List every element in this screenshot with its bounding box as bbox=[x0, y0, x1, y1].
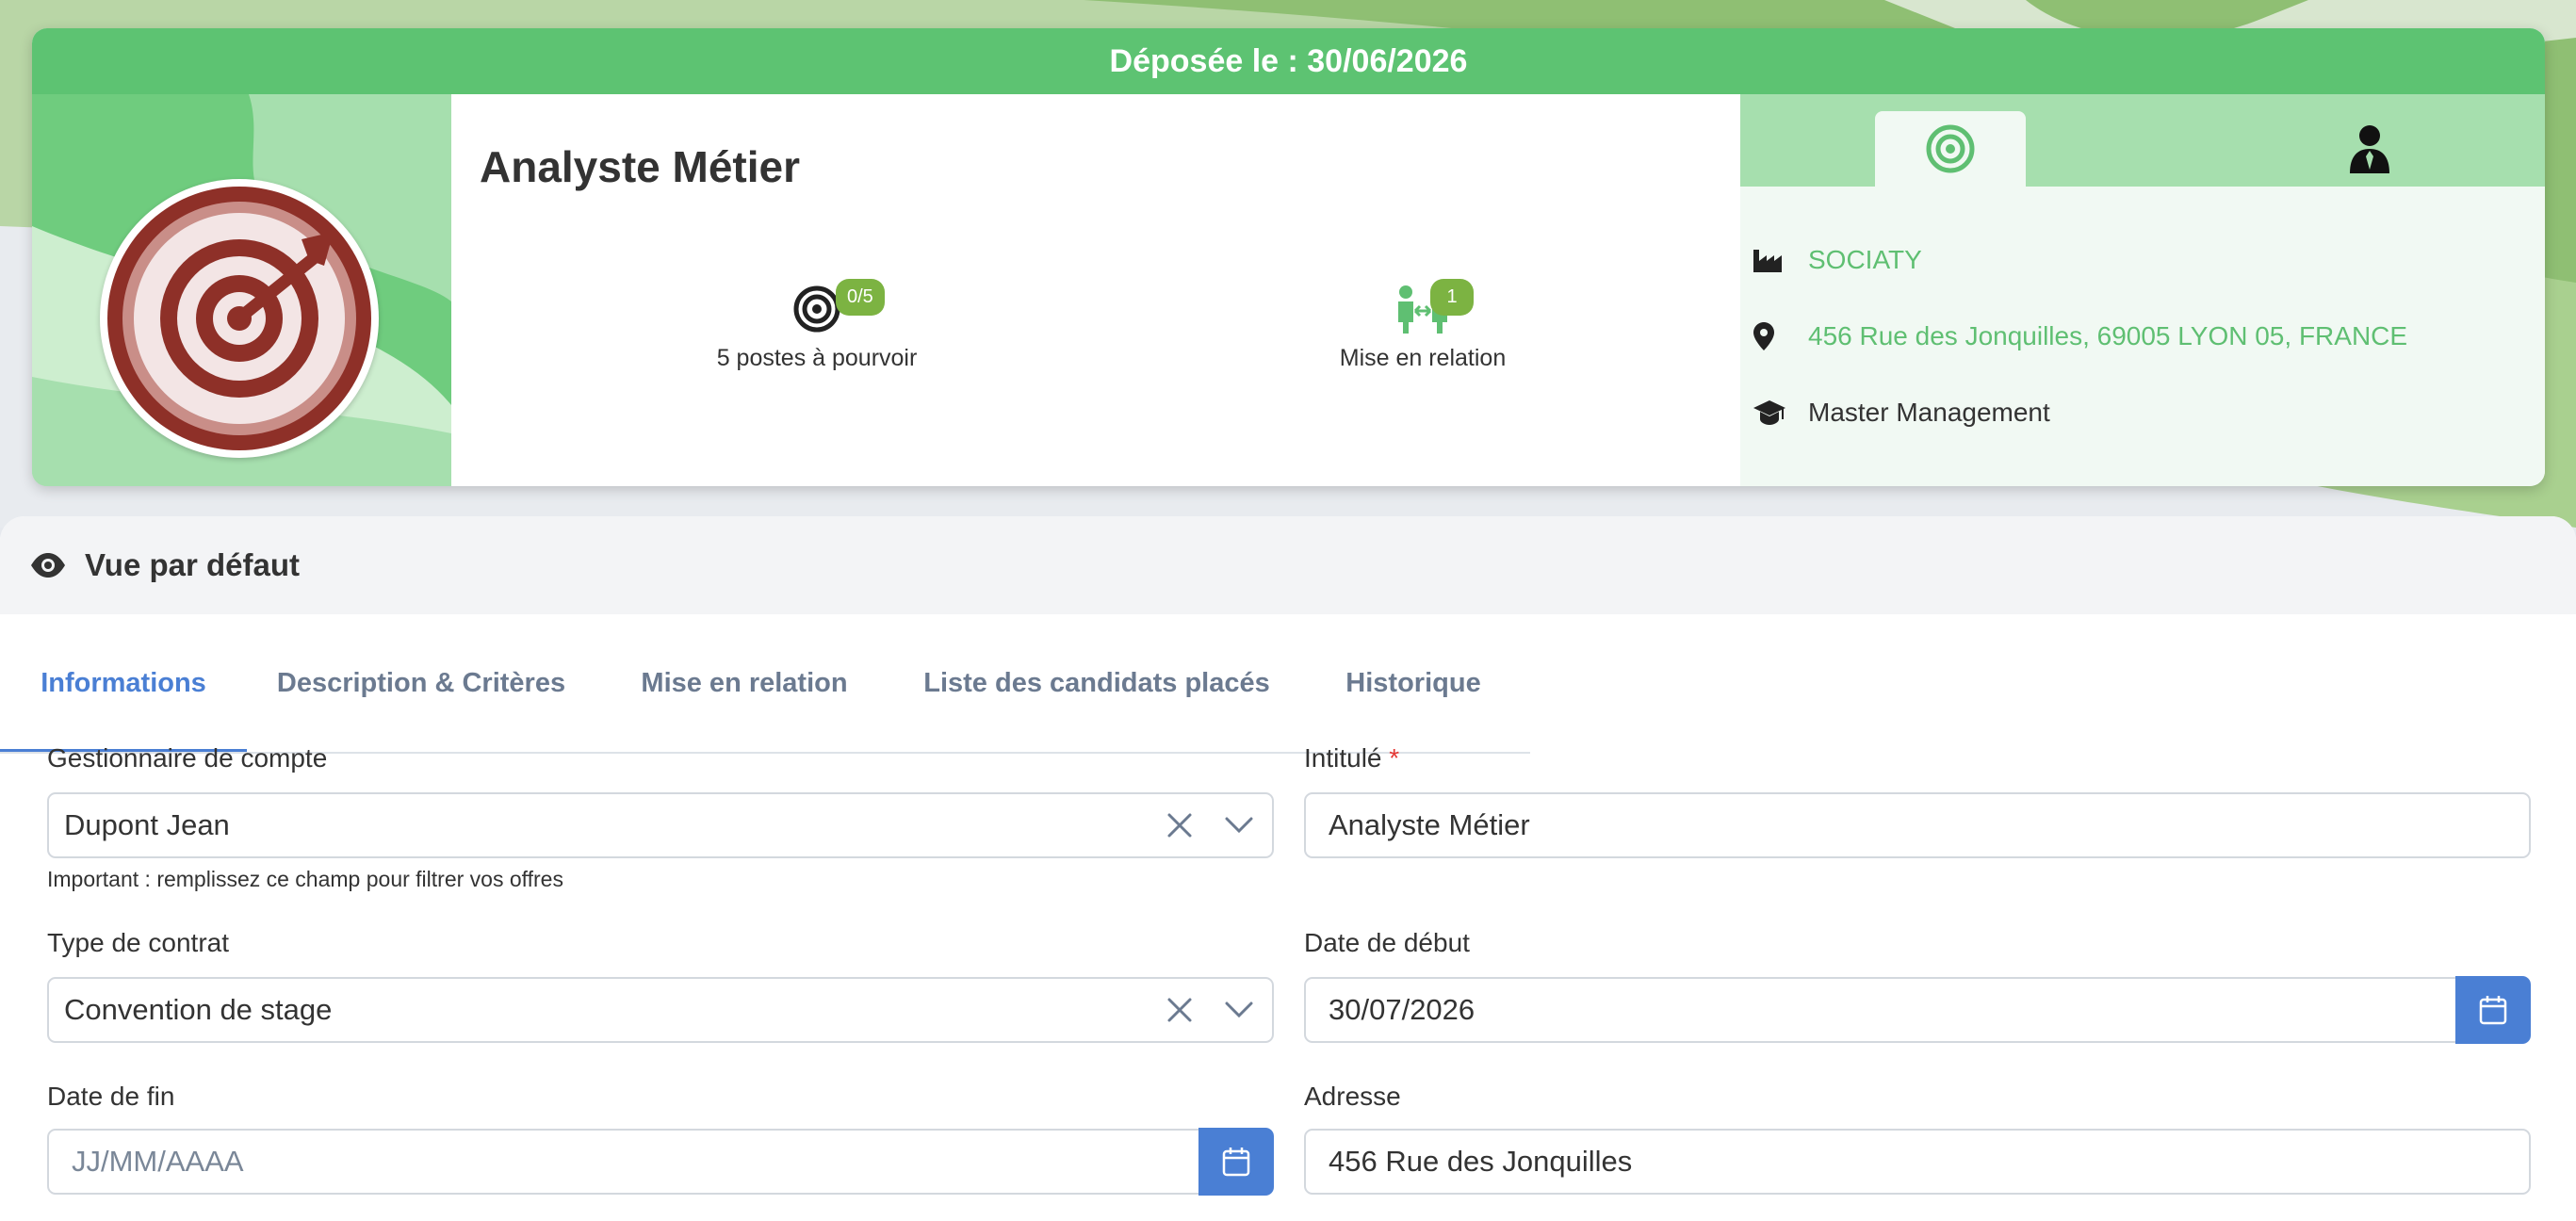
target-arrow-icon bbox=[107, 187, 371, 450]
account-manager-select[interactable]: Dupont Jean bbox=[47, 792, 1274, 858]
start-date-calendar-button[interactable] bbox=[2455, 976, 2531, 1044]
chevron-down-icon[interactable] bbox=[1225, 1001, 1253, 1018]
company-address[interactable]: 456 Rue des Jonquilles, 69005 LYON 05, F… bbox=[1808, 321, 2407, 351]
address-line: 456 Rue des Jonquilles, 69005 LYON 05, F… bbox=[1753, 321, 2407, 351]
posted-date-banner: Déposée le : 30/06/2026 bbox=[32, 28, 2545, 94]
account-manager-label: Gestionnaire de compte bbox=[47, 743, 328, 773]
address-label: Adresse bbox=[1304, 1082, 1401, 1111]
clear-icon[interactable] bbox=[1166, 997, 1193, 1023]
start-date-label: Date de début bbox=[1304, 928, 1470, 957]
offer-details-panel: SOCIATY 456 Rue des Jonquilles, 69005 LY… bbox=[1740, 94, 2545, 486]
positions-badge: 0/5 bbox=[836, 279, 885, 316]
industry-icon bbox=[1753, 250, 1782, 272]
title-input[interactable] bbox=[1304, 792, 2531, 858]
calendar-icon bbox=[1222, 1148, 1250, 1177]
matching-stat[interactable]: 1 Mise en relation bbox=[1263, 279, 1583, 372]
view-title: Vue par défaut bbox=[85, 547, 300, 582]
account-manager-value: Dupont Jean bbox=[64, 808, 230, 841]
education-level: Master Management bbox=[1808, 398, 2050, 427]
eye-icon bbox=[31, 553, 65, 578]
end-date-input[interactable] bbox=[47, 1129, 1200, 1195]
map-pin-icon bbox=[1753, 322, 1774, 350]
tab-informations[interactable]: Informations bbox=[0, 614, 247, 752]
chevron-down-icon[interactable] bbox=[1225, 817, 1253, 834]
job-title: Analyste Métier bbox=[480, 142, 801, 191]
target-icon bbox=[1926, 124, 1975, 173]
end-date-calendar-button[interactable] bbox=[1198, 1128, 1274, 1196]
tab-historique[interactable]: Historique bbox=[1300, 614, 1526, 752]
graduation-cap-icon bbox=[1753, 400, 1785, 425]
tab-mise-en-relation[interactable]: Mise en relation bbox=[595, 614, 893, 752]
address-input[interactable] bbox=[1304, 1129, 2531, 1195]
target-icon bbox=[793, 285, 840, 333]
view-selector[interactable]: Vue par défaut bbox=[0, 516, 2576, 614]
required-marker: * bbox=[1389, 743, 1400, 773]
tab-contact[interactable] bbox=[2294, 111, 2445, 187]
tab-offer[interactable] bbox=[1875, 111, 2026, 187]
offer-logo bbox=[100, 179, 379, 458]
tab-candidats-places[interactable]: Liste des candidats placés bbox=[893, 614, 1300, 752]
education-line: Master Management bbox=[1753, 398, 2050, 428]
company-line: SOCIATY bbox=[1753, 245, 1922, 275]
account-manager-help: Important : remplissez ce champ pour fil… bbox=[47, 867, 563, 891]
contract-type-label: Type de contrat bbox=[47, 928, 230, 957]
contract-type-select[interactable]: Convention de stage bbox=[47, 977, 1274, 1043]
matching-badge: 1 bbox=[1430, 279, 1474, 316]
contract-type-value: Convention de stage bbox=[64, 993, 333, 1026]
details-tab-strip bbox=[1740, 94, 2545, 187]
person-tie-icon bbox=[2350, 125, 2389, 173]
company-name[interactable]: SOCIATY bbox=[1808, 245, 1922, 275]
positions-label: 5 postes à pourvoir bbox=[716, 345, 918, 371]
start-date-input[interactable] bbox=[1304, 977, 2457, 1043]
calendar-icon bbox=[2479, 996, 2507, 1025]
offer-summary: Analyste Métier 0/5 5 postes à pourvoir bbox=[451, 94, 1740, 486]
matching-label: Mise en relation bbox=[1339, 345, 1507, 371]
offer-tabs: Informations Description & Critères Mise… bbox=[0, 614, 1530, 754]
positions-stat[interactable]: 0/5 5 postes à pourvoir bbox=[657, 279, 977, 372]
title-label: Intitulé * bbox=[1304, 743, 1400, 773]
offer-form-panel: Vue par défaut Informations Description … bbox=[0, 516, 2576, 1221]
offer-header-card: Déposée le : 30/06/2026 Analyste Métier … bbox=[32, 28, 2545, 486]
end-date-label: Date de fin bbox=[47, 1082, 175, 1111]
offer-logo-panel bbox=[32, 94, 451, 486]
clear-icon[interactable] bbox=[1166, 812, 1193, 838]
tab-description-criteres[interactable]: Description & Critères bbox=[247, 614, 595, 752]
